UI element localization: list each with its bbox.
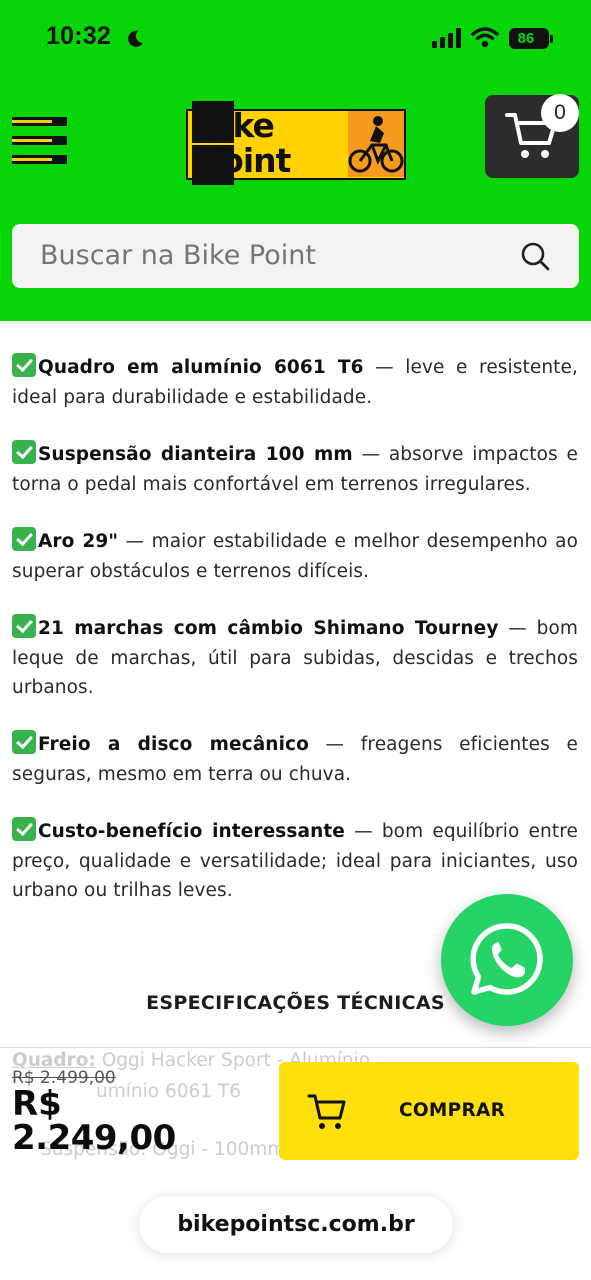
check-mark-icon: [12, 730, 36, 754]
search-icon[interactable]: [520, 241, 550, 271]
search-input[interactable]: [40, 224, 510, 288]
cellular-signal-icon: [432, 28, 461, 48]
feature-item: 21 marchas com câmbio Shimano Tourney — …: [12, 614, 578, 703]
feature-title: Quadro em alumínio 6061 T6: [38, 357, 364, 378]
site-header: 10:32 86 Bike Point 0 Buscar na Bike Poi…: [0, 0, 591, 321]
wifi-icon: [471, 27, 499, 48]
feature-title: Custo-benefício interessante: [38, 821, 345, 842]
logo-word-point: Point: [198, 141, 291, 180]
feature-title: Suspensão dianteira 100 mm: [38, 444, 353, 465]
battery-icon: 86: [509, 28, 549, 49]
menu-button[interactable]: [12, 117, 67, 165]
buy-button[interactable]: COMPRAR: [279, 1062, 579, 1160]
feature-item: Suspensão dianteira 100 mm — absorve imp…: [12, 440, 578, 499]
whatsapp-icon: [470, 923, 543, 995]
check-mark-icon: [12, 614, 36, 638]
feature-title: Freio a disco mecânico: [38, 734, 309, 755]
feature-item: Aro 29" — maior estabilidade e melhor de…: [12, 527, 578, 586]
feature-title: 21 marchas com câmbio Shimano Tourney: [38, 618, 499, 639]
whatsapp-button[interactable]: [441, 894, 573, 1026]
bike-point-logo[interactable]: Bike Point: [186, 101, 406, 185]
search-bar: [12, 224, 579, 288]
check-mark-icon: [12, 817, 36, 841]
shopping-cart-icon: [307, 1094, 346, 1129]
feature-item: Quadro em alumínio 6061 T6 — leve e resi…: [12, 353, 578, 412]
check-mark-icon: [12, 353, 36, 377]
check-mark-icon: [12, 440, 36, 464]
cart-count-badge: 0: [541, 94, 579, 132]
browser-url-bar[interactable]: bikepointsc.com.br: [139, 1196, 453, 1253]
menu-icon-line: [12, 136, 67, 145]
current-price: 2.249,00: [12, 1118, 176, 1158]
status-bar: 10:32 86: [0, 0, 591, 80]
feature-item: Freio a disco mecânico — freagens eficie…: [12, 730, 578, 789]
logo-word-bike: Bike: [198, 106, 275, 145]
menu-icon-line: [12, 155, 67, 164]
status-time: 10:32: [46, 22, 111, 50]
battery-cap: [550, 35, 553, 43]
menu-icon-line: [12, 117, 67, 126]
feature-title: Aro 29": [38, 531, 119, 552]
check-mark-icon: [12, 527, 36, 551]
spec-ghost-text: umínio 6061 T6: [96, 1081, 241, 1102]
feature-item: Custo-benefício interessante — bom equil…: [12, 817, 578, 906]
battery-level: 86: [517, 30, 535, 47]
cyclist-icon: [348, 111, 404, 177]
buy-button-label: COMPRAR: [399, 1100, 506, 1121]
moon-icon: [128, 30, 143, 47]
